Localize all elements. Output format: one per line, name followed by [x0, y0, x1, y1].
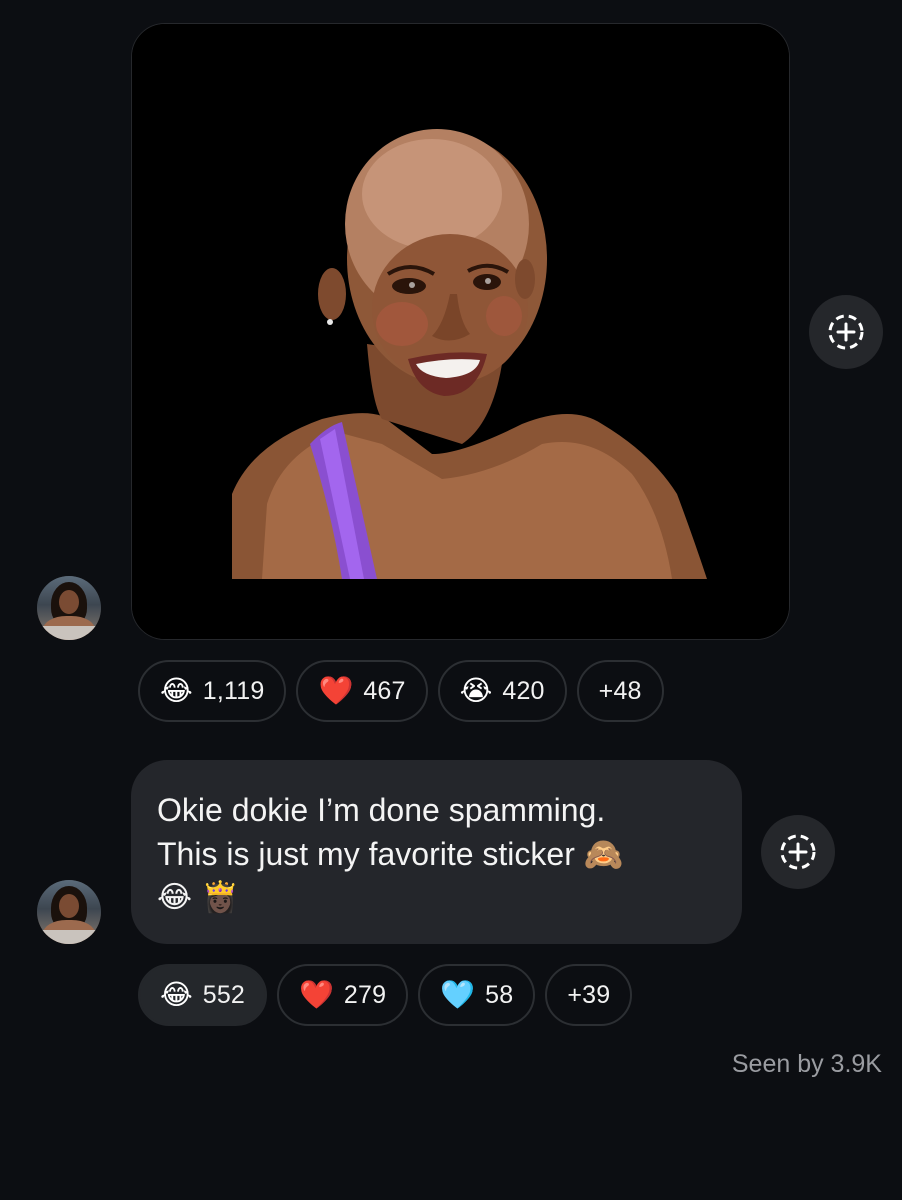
red-heart-emoji-icon: ❤️: [299, 978, 334, 1011]
add-reaction-button[interactable]: [809, 295, 883, 369]
sticker-reactions: 😂 1,119 ❤️ 467 😭 420 +48: [138, 660, 664, 722]
reaction-chip-heart[interactable]: ❤️ 467: [296, 660, 428, 722]
more-reactions-count: +48: [598, 676, 642, 705]
text-message-bubble[interactable]: Okie dokie I’m done spamming. This is ju…: [131, 760, 742, 944]
reaction-count: 420: [502, 676, 545, 705]
reaction-chip-laugh[interactable]: 😂 552: [138, 964, 268, 1026]
sender-avatar[interactable]: [37, 880, 101, 944]
loudly-crying-emoji-icon: 😭: [459, 674, 493, 707]
chat-thread: 😂 1,119 ❤️ 467 😭 420 +48 Okie dokie I’m …: [0, 0, 902, 1200]
add-reaction-icon: [828, 314, 864, 350]
reaction-chip-laugh[interactable]: 😂 1,119: [138, 660, 287, 722]
reaction-chip-blue-heart[interactable]: 🩵 58: [418, 964, 536, 1026]
message-line-emojis: 😂 👸🏿: [157, 880, 239, 915]
reaction-chip-more[interactable]: +48: [576, 660, 664, 722]
reaction-chip-crying[interactable]: 😭 420: [437, 660, 567, 722]
reaction-chip-heart[interactable]: ❤️ 279: [277, 964, 409, 1026]
add-reaction-icon: [780, 834, 816, 870]
reaction-chip-more[interactable]: +39: [545, 964, 633, 1026]
reaction-count: 58: [485, 980, 514, 1009]
reaction-count: 552: [202, 980, 246, 1009]
tears-of-joy-emoji-icon: 😂: [160, 978, 193, 1011]
red-heart-emoji-icon: ❤️: [318, 674, 354, 707]
text-reactions: 😂 552 ❤️ 279 🩵 58 +39: [138, 964, 633, 1026]
reaction-count: 467: [363, 676, 406, 705]
sticker-message[interactable]: [131, 23, 790, 640]
sticker-image-icon: [132, 24, 789, 639]
more-reactions-count: +39: [567, 980, 611, 1009]
add-reaction-button[interactable]: [761, 815, 835, 889]
sender-avatar[interactable]: [37, 576, 101, 640]
message-line: Okie dokie I’m done spamming.: [157, 792, 606, 828]
seen-by-label: Seen by 3.9K: [731, 1050, 882, 1078]
message-line: This is just my favorite sticker 🙈: [157, 836, 624, 872]
reaction-count: 1,119: [202, 676, 265, 705]
light-blue-heart-emoji-icon: 🩵: [440, 978, 476, 1011]
reaction-count: 279: [343, 980, 387, 1009]
tears-of-joy-emoji-icon: 😂: [160, 674, 193, 707]
